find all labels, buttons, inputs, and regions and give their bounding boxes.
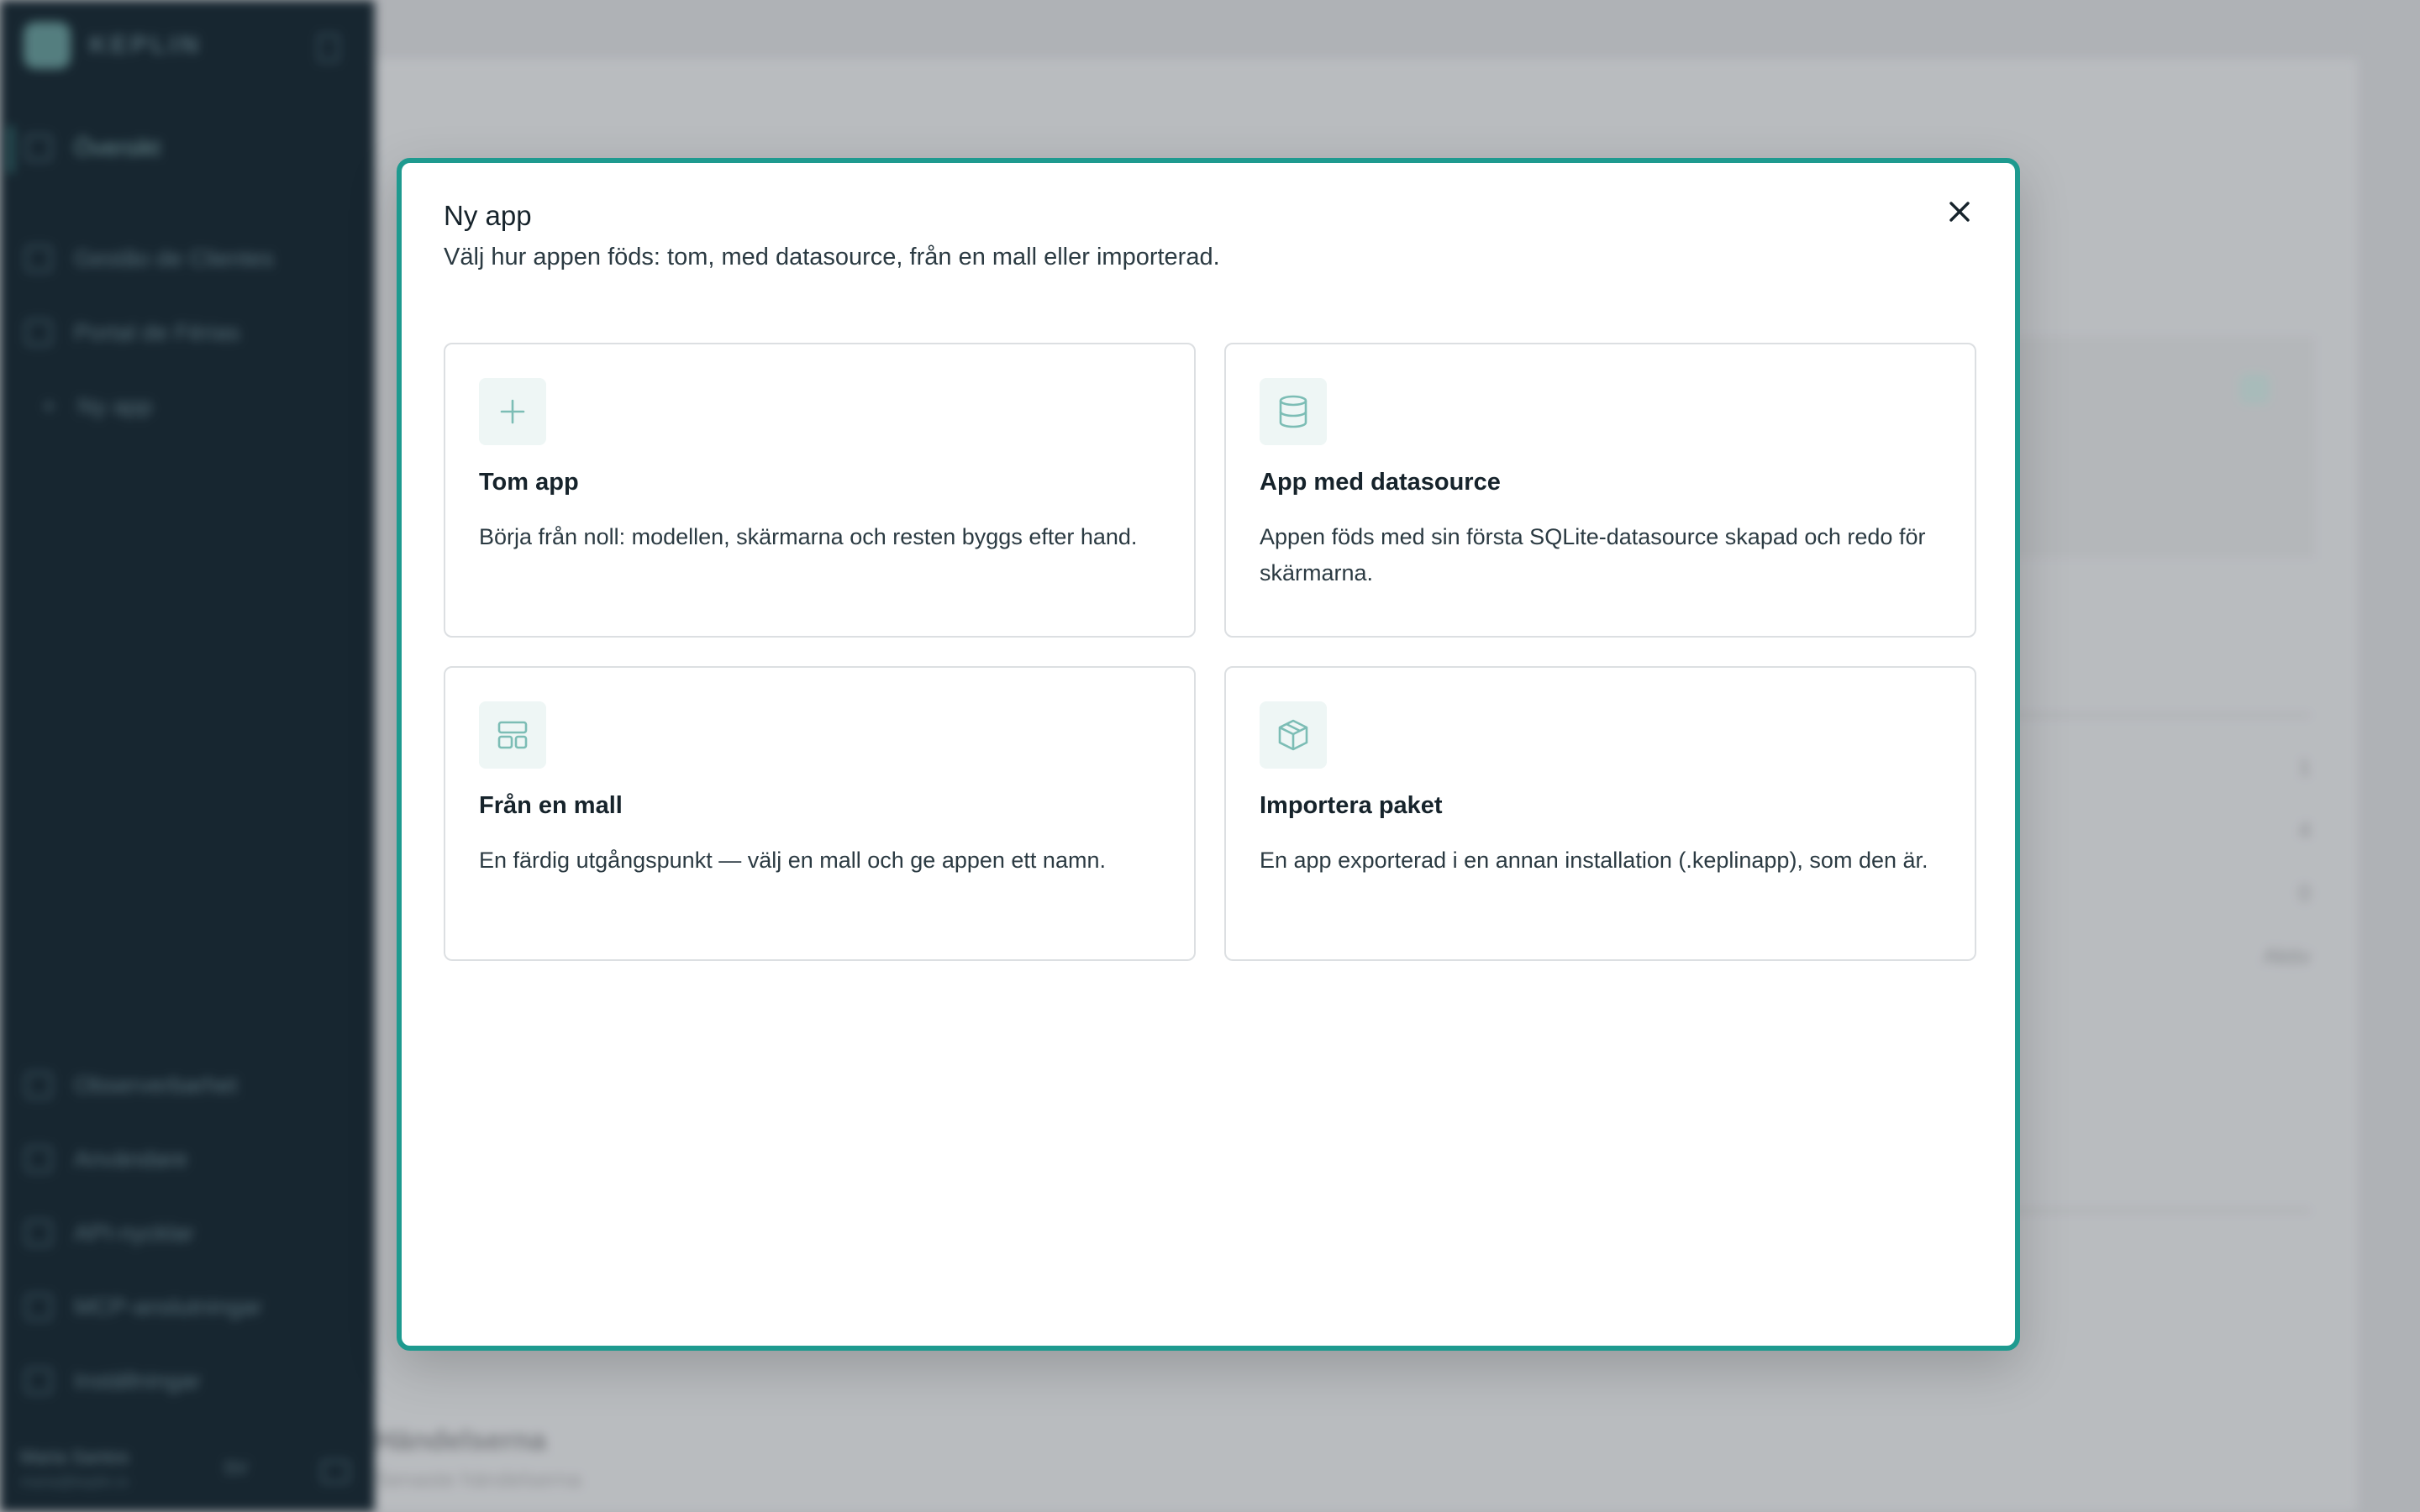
close-icon [1949,202,1970,222]
option-empty-app[interactable]: Tom app Börja från noll: modellen, skärm… [444,343,1196,638]
plus-icon [500,399,525,424]
option-description: En färdig utgångspunkt — välj en mall oc… [479,848,1106,873]
option-title: App med datasource [1260,469,1501,496]
option-icon-box [1260,701,1327,769]
dialog-subtitle: Välj hur appen föds: tom, med datasource… [444,244,1220,270]
option-title: Från en mall [479,792,623,819]
option-import-package[interactable]: Importera paket En app exporterad i en a… [1224,666,1976,961]
option-from-template[interactable]: Från en mall En färdig utgångspunkt — vä… [444,666,1196,961]
option-description: Börja från noll: modellen, skärmarna och… [479,524,1138,549]
close-button[interactable] [1939,192,1980,232]
template-icon [497,721,528,749]
new-app-dialog: Ny app Välj hur appen föds: tom, med dat… [397,158,2020,1351]
option-grid: Tom app Börja från noll: modellen, skärm… [444,343,1976,961]
option-description: Appen föds med sin första SQLite-datasou… [1260,524,1926,585]
option-title: Tom app [479,469,579,496]
option-title: Importera paket [1260,792,1443,819]
option-icon-box [479,378,546,445]
option-description: En app exporterad i en annan installatio… [1260,848,1928,873]
option-app-with-datasource[interactable]: App med datasource Appen föds med sin fö… [1224,343,1976,638]
database-icon [1279,395,1307,428]
dialog-title: Ny app [444,200,532,231]
option-icon-box [479,701,546,769]
package-icon [1278,719,1308,751]
option-icon-box [1260,378,1327,445]
